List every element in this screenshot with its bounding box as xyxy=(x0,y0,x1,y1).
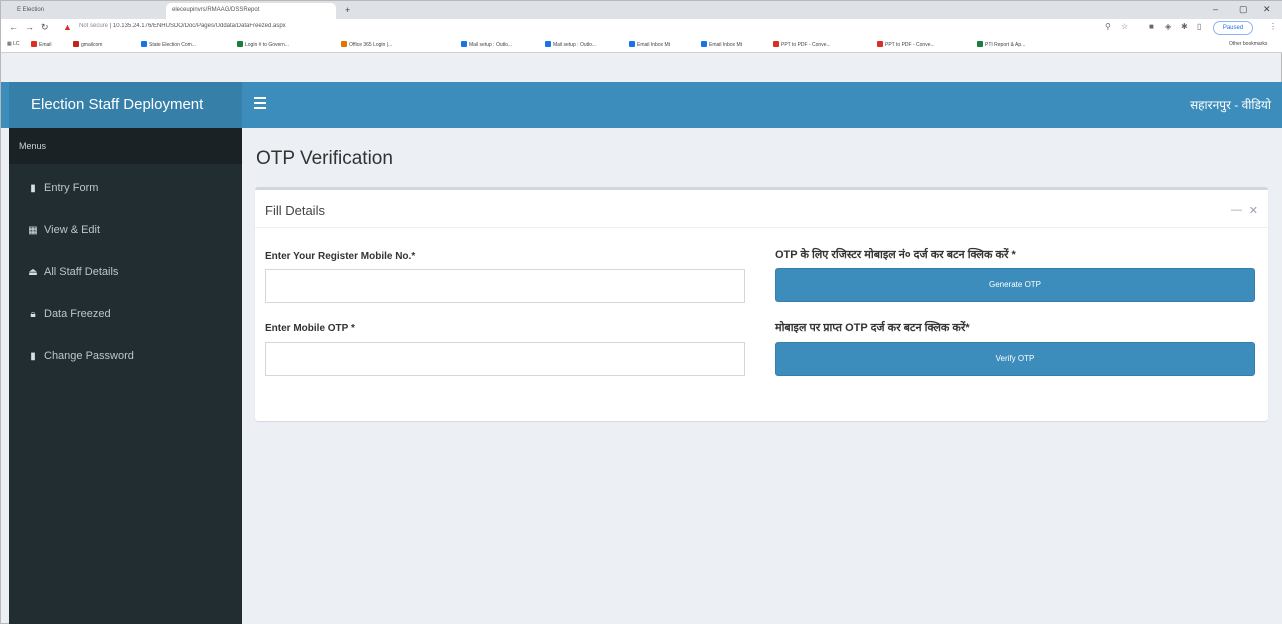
collapse-icon[interactable]: — xyxy=(1231,204,1242,216)
generate-otp-button[interactable]: Generate OTP xyxy=(775,268,1255,302)
bookmark-item[interactable]: Email Inbox Mt xyxy=(701,41,742,48)
bookmark-item[interactable]: Email xyxy=(31,41,52,48)
file-icon: ▮ xyxy=(30,183,36,194)
app-logo[interactable]: Election Staff Deployment xyxy=(9,82,242,128)
bookmark-icon xyxy=(341,41,347,47)
extension-icon[interactable]: ◈ xyxy=(1165,22,1171,31)
bookmark-icon xyxy=(545,41,551,47)
bookmarks-bar: ▦ LC Email gmailcom State Election Com..… xyxy=(1,37,1282,53)
maximize-icon[interactable]: ▢ xyxy=(1239,4,1248,15)
sidepanel-icon[interactable]: ▯ xyxy=(1197,22,1201,31)
back-icon[interactable]: ← xyxy=(9,22,18,32)
new-tab-icon[interactable]: + xyxy=(345,5,350,15)
box-title: Fill Details xyxy=(265,203,325,218)
bookmark-icon xyxy=(141,41,147,47)
profile-button[interactable]: Paused xyxy=(1213,21,1253,35)
close-box-icon[interactable]: ✕ xyxy=(1249,204,1258,217)
main-content: OTP Verification Fill Details — ✕ Enter … xyxy=(242,128,1282,624)
forward-icon[interactable]: → xyxy=(25,22,34,32)
upload-icon: ⏏ xyxy=(28,267,38,278)
browser-tab[interactable]: E Election xyxy=(11,3,161,19)
mobile-label: Enter Your Register Mobile No.* xyxy=(265,251,416,262)
box-header: Fill Details — ✕ xyxy=(255,190,1268,228)
otp-input[interactable] xyxy=(265,342,745,376)
url-field[interactable]: Not secure | 10.135.24.176/ENHUSDO/Doc/P… xyxy=(79,23,779,29)
extension-icon[interactable]: ■ xyxy=(1149,22,1154,31)
minimize-icon[interactable]: – xyxy=(1213,4,1218,14)
other-bookmarks[interactable]: Other bookmarks xyxy=(1229,41,1267,47)
bookmark-icon xyxy=(73,41,79,47)
bookmark-icon xyxy=(773,41,779,47)
close-icon[interactable]: ✕ xyxy=(1263,4,1271,15)
warning-icon: ▲ xyxy=(63,22,72,32)
menu-icon[interactable]: ⋮ xyxy=(1269,22,1277,31)
search-icon[interactable]: ⚲ xyxy=(1105,22,1111,31)
sidebar-toggle-icon[interactable] xyxy=(254,97,266,111)
bookmark-item[interactable]: Email Inbox Mt xyxy=(629,41,670,48)
user-location-label[interactable]: सहारनपुर - वीडियो xyxy=(1190,82,1271,128)
bookmark-item[interactable]: State Election Com... xyxy=(141,41,196,48)
bookmark-item[interactable]: Office 365 Login |... xyxy=(341,41,392,48)
apps-icon[interactable]: ▦ LC xyxy=(7,41,20,47)
lock-icon: 🔒︎ xyxy=(30,309,36,320)
mobile-number-input[interactable] xyxy=(265,269,745,303)
sidebar-item-data-freezed[interactable]: 🔒︎ Data Freezed xyxy=(9,293,242,335)
bookmark-icon xyxy=(237,41,243,47)
fill-details-box: Fill Details — ✕ Enter Your Register Mob… xyxy=(255,187,1268,421)
bookmark-icon xyxy=(701,41,707,47)
puzzle-icon[interactable]: ✱ xyxy=(1181,22,1188,31)
bookmark-icon xyxy=(461,41,467,47)
otp-label: Enter Mobile OTP * xyxy=(265,323,355,334)
bookmark-item[interactable]: Mail setup : Outlo... xyxy=(461,41,512,48)
bookmark-item[interactable]: PTI Report & Ap... xyxy=(977,41,1025,48)
sidebar-item-view-edit[interactable]: ▦ View & Edit xyxy=(9,209,242,251)
table-icon: ▦ xyxy=(28,225,38,236)
generate-otp-hint: OTP के लिए रजिस्टर मोबाइल नं० दर्ज कर बट… xyxy=(775,249,1016,261)
bookmark-icon xyxy=(31,41,37,47)
file-icon: ▮ xyxy=(30,351,36,362)
bookmark-icon xyxy=(877,41,883,47)
page-title: OTP Verification xyxy=(256,148,393,169)
bookmark-icon xyxy=(629,41,635,47)
verify-otp-button[interactable]: Verify OTP xyxy=(775,342,1255,376)
sidebar-item-entry-form[interactable]: ▮ Entry Form xyxy=(9,167,242,209)
address-bar: ← → ↻ ▲ Not secure | 10.135.24.176/ENHUS… xyxy=(1,19,1282,37)
browser-tab-active[interactable]: eleceupinvrs/RMAAG/DSSRepot xyxy=(166,3,336,19)
bookmark-item[interactable]: Mail setup : Outlo... xyxy=(545,41,596,48)
sidebar-item-all-staff-details[interactable]: ⏏ All Staff Details xyxy=(9,251,242,293)
browser-tabbar: E Election eleceupinvrs/RMAAG/DSSRepot +… xyxy=(1,1,1282,19)
bookmark-item[interactable]: PPT to PDF - Conve... xyxy=(877,41,935,48)
bookmark-item[interactable]: Login # to Govern... xyxy=(237,41,289,48)
verify-otp-hint: मोबाइल पर प्राप्त OTP दर्ज कर बटन क्लिक … xyxy=(775,322,970,334)
sidebar: Menus ▮ Entry Form ▦ View & Edit ⏏ All Staf… xyxy=(9,128,242,624)
star-icon[interactable]: ☆ xyxy=(1121,22,1128,31)
reload-icon[interactable]: ↻ xyxy=(41,22,49,33)
sidebar-item-change-password[interactable]: ▮ Change Password xyxy=(9,335,242,377)
bookmark-item[interactable]: PPT to PDF - Conve... xyxy=(773,41,831,48)
bookmark-icon xyxy=(977,41,983,47)
sidebar-header: Menus xyxy=(9,128,242,164)
bookmark-item[interactable]: gmailcom xyxy=(73,41,102,48)
